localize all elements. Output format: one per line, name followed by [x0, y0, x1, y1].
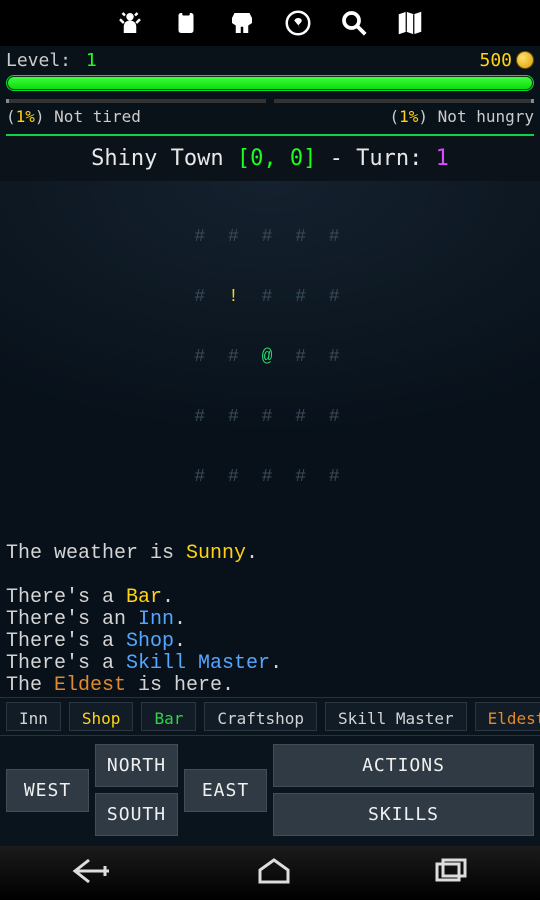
south-button[interactable]: SOUTH: [95, 793, 178, 836]
tab-bar[interactable]: Bar: [141, 702, 196, 732]
top-toolbar: [0, 0, 540, 46]
east-button[interactable]: EAST: [184, 769, 267, 812]
tab-craftshop[interactable]: Craftshop: [204, 702, 317, 732]
coin-icon: [516, 51, 534, 69]
location-header: Shiny Town [0, 0] - Turn: 1: [0, 136, 540, 181]
tab-eldest[interactable]: Eldest: [475, 702, 540, 732]
tab-shop[interactable]: Shop: [69, 702, 134, 732]
hunger-bar: [274, 99, 534, 103]
gold-display: 500: [479, 50, 534, 71]
skills-button[interactable]: SKILLS: [273, 793, 534, 836]
level-display: Level: 1: [6, 50, 97, 71]
armor-icon[interactable]: [225, 6, 259, 40]
inventory-icon[interactable]: [169, 6, 203, 40]
actions-button[interactable]: ACTIONS: [273, 744, 534, 787]
hungry-text: (1%) Not hungry: [390, 107, 535, 126]
back-icon[interactable]: [69, 856, 117, 890]
tab-skillmaster[interactable]: Skill Master: [325, 702, 467, 732]
tired-text: (1%) Not tired: [6, 107, 141, 126]
recent-icon[interactable]: [431, 856, 471, 890]
xp-bar: [6, 75, 534, 91]
location-tabs: Inn Shop Bar Craftshop Skill Master Elde…: [0, 697, 540, 737]
map-icon[interactable]: [393, 6, 427, 40]
android-navbar: [0, 846, 540, 900]
west-button[interactable]: WEST: [6, 769, 89, 812]
home-icon[interactable]: [254, 856, 294, 890]
search-icon[interactable]: [337, 6, 371, 40]
north-button[interactable]: NORTH: [95, 744, 178, 787]
tab-inn[interactable]: Inn: [6, 702, 61, 732]
interact-icon[interactable]: [281, 6, 315, 40]
action-grid: WEST NORTH SOUTH EAST ACTIONS SKILLS: [0, 736, 540, 846]
character-icon[interactable]: [113, 6, 147, 40]
ascii-map: # # # # # # ! # # # # # @ # # # # # # # …: [6, 181, 534, 543]
tired-bar: [6, 99, 266, 103]
main-view: # # # # # # ! # # # # # @ # # # # # # # …: [0, 181, 540, 697]
status-panel: Level: 1 500 (1%) Not tired (1%) Not hun…: [0, 46, 540, 136]
description-text: The weather is Sunny. There's a Bar. The…: [6, 543, 534, 697]
